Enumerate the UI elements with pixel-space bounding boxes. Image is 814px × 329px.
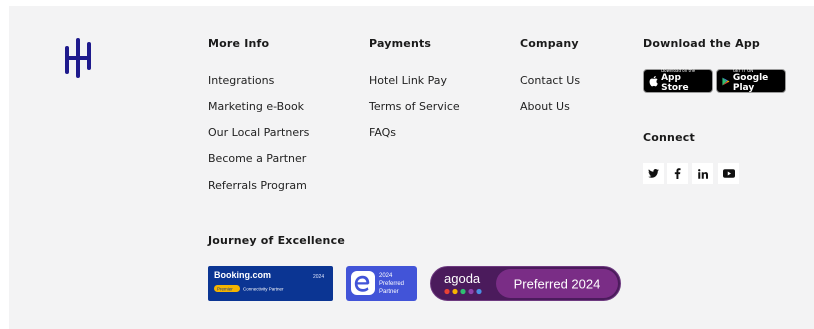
link-referrals[interactable]: Referrals Program [208, 179, 307, 192]
app-store-label: App Store [661, 73, 689, 93]
company-title: Company [520, 37, 579, 50]
apple-icon [649, 75, 658, 87]
twitter-icon[interactable] [643, 163, 664, 184]
agoda-wordmark: agoda [444, 271, 481, 286]
journey-title: Journey of Excellence [208, 234, 345, 247]
google-play-button[interactable]: GET IT ON Google Play [716, 69, 786, 93]
expedia-preferred-partner-badge[interactable]: 2024 Preferred Partner [346, 266, 417, 301]
more-info-title: More Info [208, 37, 270, 50]
link-marketing-ebook[interactable]: Marketing e-Book [208, 100, 304, 113]
google-play-icon [722, 77, 730, 85]
expedia-partner: Partner [379, 289, 399, 295]
facebook-icon[interactable] [667, 163, 688, 184]
link-about-us[interactable]: About Us [520, 100, 570, 113]
google-play-label: Google Play [732, 73, 769, 93]
agoda-preferred-badge[interactable]: agoda Preferred 2024 [430, 266, 621, 301]
link-contact-us[interactable]: Contact Us [520, 74, 580, 87]
link-integrations[interactable]: Integrations [208, 74, 274, 87]
payments-title: Payments [369, 37, 432, 50]
expedia-preferred: Preferred [379, 281, 404, 287]
agoda-preferred-label: Preferred 2024 [514, 277, 601, 292]
app-store-button[interactable]: Download on the App Store [643, 69, 713, 93]
link-faqs[interactable]: FAQs [369, 126, 396, 139]
linkedin-icon[interactable] [692, 163, 713, 184]
link-become-partner[interactable]: Become a Partner [208, 152, 306, 165]
booking-premier-tag: Premier [217, 287, 233, 292]
booking-year: 2024 [313, 274, 324, 280]
booking-connectivity-partner-badge[interactable]: Booking.com 2024 Premier Connectivity Pa… [208, 266, 333, 301]
hotel-link-logo[interactable] [63, 36, 95, 80]
booking-label: Connectivity Partner [243, 287, 284, 292]
link-terms-of-service[interactable]: Terms of Service [369, 100, 460, 113]
connect-title: Connect [643, 131, 695, 144]
expedia-year: 2024 [379, 273, 393, 279]
booking-brand: Booking.com [214, 270, 271, 280]
download-title: Download the App [643, 37, 760, 50]
link-local-partners[interactable]: Our Local Partners [208, 126, 309, 139]
youtube-icon[interactable] [718, 163, 739, 184]
link-hotel-link-pay[interactable]: Hotel Link Pay [369, 74, 447, 87]
